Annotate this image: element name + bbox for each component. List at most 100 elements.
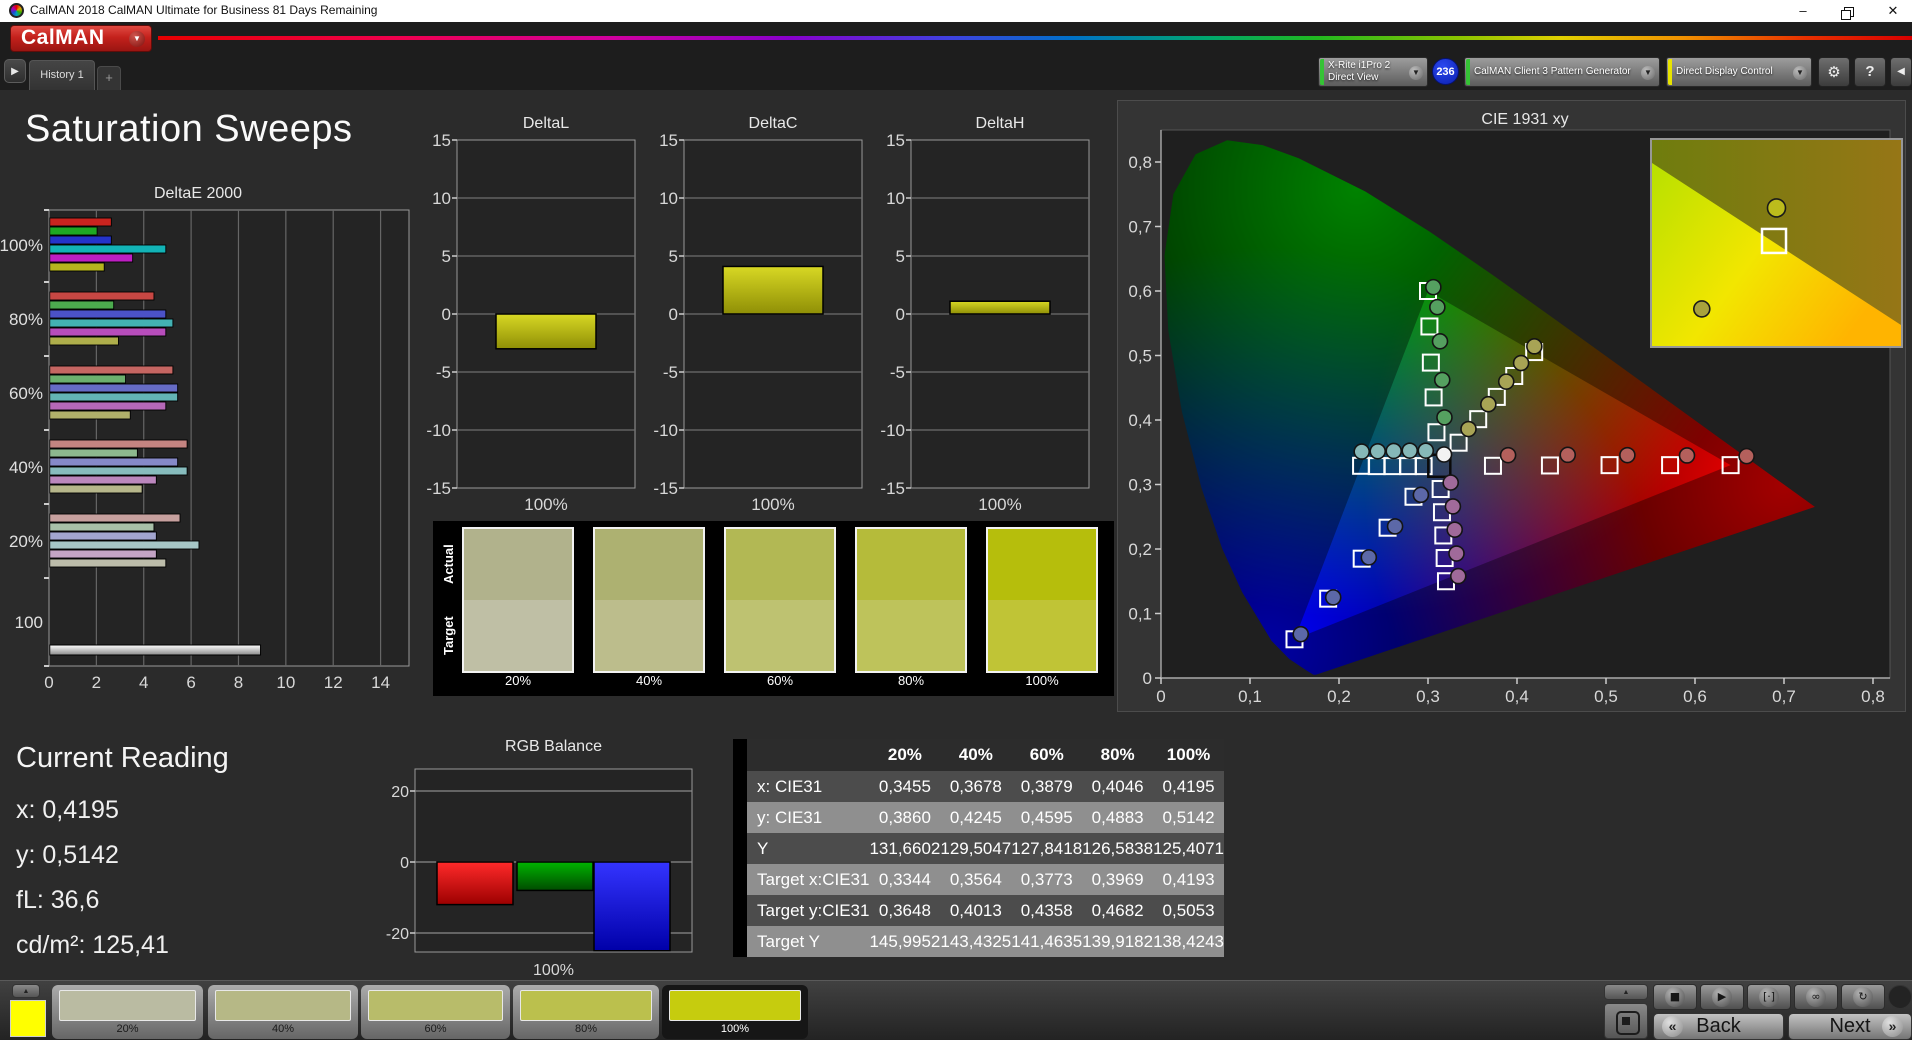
bracket-dot-button[interactable]: [·] bbox=[1747, 984, 1791, 1010]
svg-text:-10: -10 bbox=[426, 421, 451, 440]
deltal-chart: DeltaL151050-5-10-15100% bbox=[407, 106, 647, 526]
restore-button[interactable] bbox=[1833, 0, 1863, 22]
svg-text:-15: -15 bbox=[653, 479, 678, 498]
next-button[interactable]: Next » bbox=[1788, 1013, 1912, 1040]
table-cell: 0,4883 bbox=[1082, 802, 1153, 833]
measured-point bbox=[1560, 447, 1575, 462]
table-cell: 0,4245 bbox=[940, 802, 1011, 833]
actual-swatch bbox=[464, 529, 572, 600]
svg-text:20%: 20% bbox=[9, 532, 43, 551]
svg-text:10: 10 bbox=[886, 189, 905, 208]
measured-point bbox=[1386, 443, 1401, 458]
table-header: 20%40%60%80%100% bbox=[747, 739, 1224, 771]
table-cell: 0,3344 bbox=[869, 864, 940, 895]
disabled-indicator bbox=[1888, 985, 1912, 1009]
table-cell: 0,3564 bbox=[940, 864, 1011, 895]
pattern-label: 40% bbox=[208, 1023, 358, 1035]
inset-measured-point bbox=[1694, 301, 1710, 317]
svg-text:0,2: 0,2 bbox=[1128, 540, 1152, 559]
table-cell: 0,4595 bbox=[1011, 802, 1082, 833]
svg-text:100: 100 bbox=[15, 613, 43, 632]
pattern-taskbar: ▲ 20% 40%60%80%100% ▲ ■▶ [·] ∞ ↻ « Back Next… bbox=[0, 980, 1912, 1040]
pattern-window-button[interactable] bbox=[1604, 1003, 1648, 1039]
svg-text:0,2: 0,2 bbox=[1327, 687, 1351, 706]
table-cell: 0,4193 bbox=[1153, 864, 1224, 895]
nav-expand-button[interactable]: ▶ bbox=[4, 59, 26, 83]
stop-button[interactable]: ■ bbox=[1653, 984, 1697, 1010]
rgb-bar-green bbox=[517, 862, 593, 890]
arrow-up-icon: ▲ bbox=[1623, 989, 1630, 996]
table-cell: 145,9952 bbox=[869, 926, 940, 957]
back-button[interactable]: « Back bbox=[1653, 1013, 1784, 1040]
table-row-label: x: CIE31 bbox=[747, 771, 869, 802]
continuous-icon: ∞ bbox=[1806, 987, 1826, 1007]
current-reading-title: Current Reading bbox=[16, 742, 229, 775]
calman-app-window: CalMAN 2018 CalMAN Ultimate for Business… bbox=[0, 0, 1912, 1040]
expand-patterns-button[interactable]: ▲ bbox=[12, 984, 40, 998]
source-dropdown[interactable]: CalMAN Client 3 Pattern Generator ▼ bbox=[1464, 57, 1660, 87]
calman-logo: CalMAN bbox=[21, 26, 105, 50]
table-cell: 141,4635 bbox=[1011, 926, 1082, 957]
table-cell: 0,4046 bbox=[1082, 771, 1153, 802]
minimize-button[interactable]: – bbox=[1788, 0, 1818, 22]
measured-point bbox=[1437, 447, 1452, 462]
table-cell: 139,9182 bbox=[1082, 926, 1153, 957]
bracket-dot-icon: [·] bbox=[1759, 987, 1779, 1007]
svg-text:15: 15 bbox=[659, 131, 678, 150]
expand-transport-button[interactable]: ▲ bbox=[1604, 984, 1648, 1000]
display-control-dropdown[interactable]: Direct Display Control ▼ bbox=[1666, 57, 1812, 87]
rgb-balance-chart: RGB Balance200-20100% bbox=[380, 735, 710, 992]
calman-menu-button[interactable]: CalMAN ▼ bbox=[10, 25, 152, 52]
chevron-left-icon: « bbox=[1662, 1016, 1683, 1037]
svg-text:10: 10 bbox=[276, 673, 295, 692]
rainbow-divider bbox=[158, 36, 1912, 40]
sync-icon: ↻ bbox=[1853, 987, 1873, 1007]
svg-text:12: 12 bbox=[324, 673, 343, 692]
svg-text:-15: -15 bbox=[426, 479, 451, 498]
collapse-toolbar-button[interactable]: ◀ bbox=[1890, 57, 1912, 87]
svg-text:60%: 60% bbox=[9, 384, 43, 403]
tab-row: ▶ History 1 + X-Rite i1Pro 2 Direct View… bbox=[0, 56, 1912, 90]
pattern-button-80%[interactable]: 80% bbox=[513, 985, 659, 1039]
table-cell: 138,4243 bbox=[1153, 926, 1224, 957]
svg-text:4: 4 bbox=[139, 673, 148, 692]
pattern-label: 20% bbox=[52, 1023, 203, 1035]
sync-button[interactable]: ↻ bbox=[1841, 984, 1885, 1010]
reading-x: x: 0,4195 bbox=[16, 796, 119, 825]
tab-add-button[interactable]: + bbox=[97, 66, 121, 90]
meter-count-badge[interactable]: 236 bbox=[1432, 58, 1459, 85]
table-row-label: Target x:CIE31 bbox=[747, 864, 869, 895]
pattern-button-60%[interactable]: 60% bbox=[361, 985, 510, 1039]
measured-point bbox=[1501, 448, 1516, 463]
deltac-chart: DeltaC151050-5-10-15100% bbox=[634, 106, 874, 526]
table-cell: 127,8418 bbox=[1011, 833, 1082, 864]
table-cell: 0,3879 bbox=[1011, 771, 1082, 802]
actual-swatch bbox=[857, 529, 965, 600]
help-button[interactable]: ? bbox=[1854, 57, 1886, 87]
gear-icon: ⚙ bbox=[1827, 63, 1840, 81]
svg-text:100%: 100% bbox=[751, 495, 794, 514]
table-col-header: 40% bbox=[940, 739, 1011, 771]
svg-text:0: 0 bbox=[896, 305, 905, 324]
close-button[interactable]: ✕ bbox=[1878, 0, 1908, 22]
meter-line1: X-Rite i1Pro 2 bbox=[1328, 60, 1390, 71]
svg-text:0: 0 bbox=[442, 305, 451, 324]
chevron-left-icon: ◀ bbox=[1897, 66, 1905, 77]
meter-dropdown[interactable]: X-Rite i1Pro 2 Direct View ▼ bbox=[1318, 57, 1428, 87]
pattern-button-40%[interactable]: 40% bbox=[208, 985, 358, 1039]
pattern-button-20%[interactable]: 20% bbox=[52, 985, 203, 1039]
play-button[interactable]: ▶ bbox=[1700, 984, 1744, 1010]
swatch-column-40% bbox=[593, 527, 705, 673]
table-col-header: 80% bbox=[1082, 739, 1153, 771]
settings-button[interactable]: ⚙ bbox=[1818, 57, 1850, 87]
svg-text:6: 6 bbox=[186, 673, 195, 692]
measured-point bbox=[1354, 444, 1369, 459]
swatch-column-label: 20% bbox=[460, 673, 576, 688]
table-cell: 0,4013 bbox=[940, 895, 1011, 926]
inset-measured-point bbox=[1768, 199, 1786, 217]
pattern-button-100%[interactable]: 100% bbox=[662, 985, 808, 1039]
table-row-label: y: CIE31 bbox=[747, 802, 869, 833]
svg-text:0: 0 bbox=[400, 855, 409, 872]
tab-history[interactable]: History 1 bbox=[29, 60, 95, 90]
continuous-button[interactable]: ∞ bbox=[1794, 984, 1838, 1010]
